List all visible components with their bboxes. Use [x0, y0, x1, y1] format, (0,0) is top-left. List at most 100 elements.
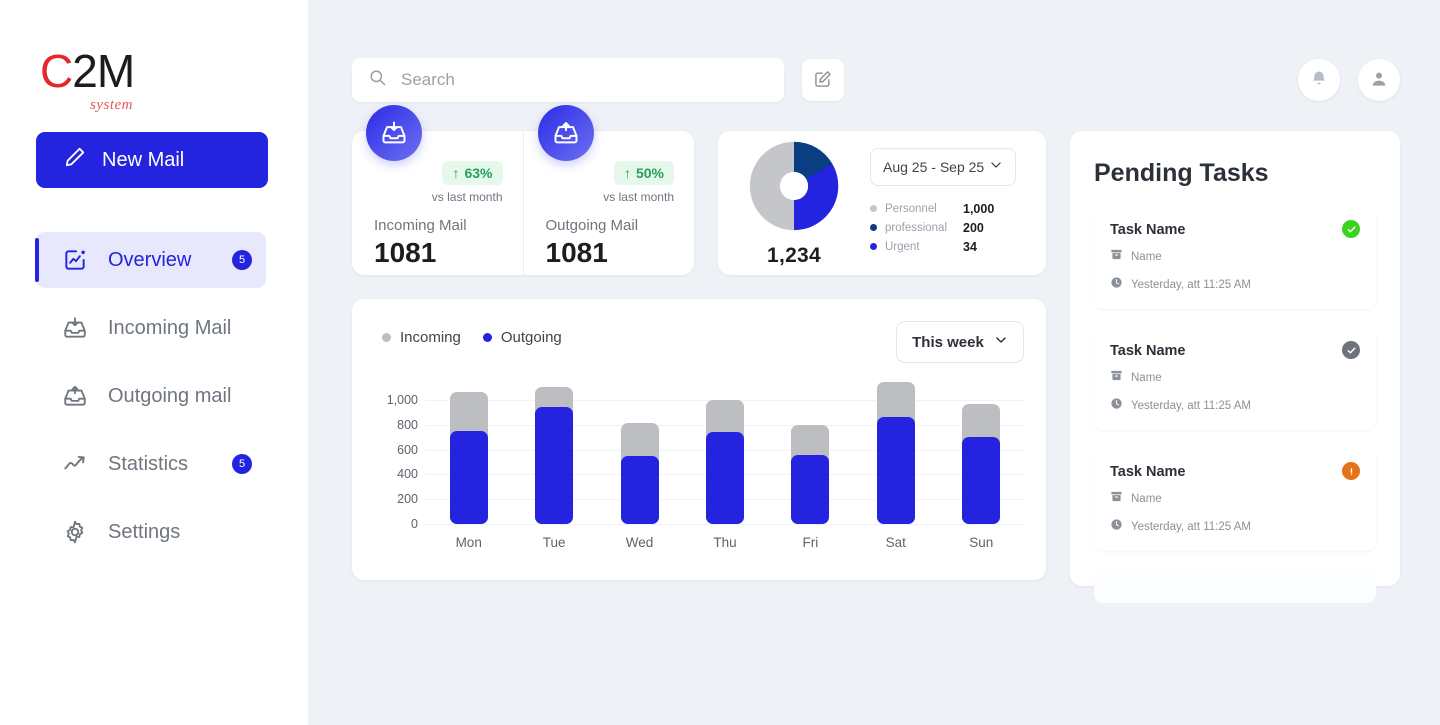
- task-item[interactable]: Task Name Name Yesterday, att 11:25 AM: [1094, 327, 1376, 430]
- stat-value: 1081: [374, 237, 437, 268]
- bar-column[interactable]: [535, 375, 574, 524]
- x-axis-label: Fri: [802, 535, 819, 550]
- x-axis-label: Mon: [455, 535, 482, 550]
- sidebar: C2M system New Mail Overview 5 Incoming …: [0, 0, 308, 725]
- notifications-button[interactable]: [1298, 59, 1340, 101]
- search-icon: [368, 68, 387, 92]
- task-meta-text: Yesterday, att 11:25 AM: [1131, 400, 1251, 412]
- legend-label: Outgoing: [500, 329, 562, 346]
- check-circle-icon: [1342, 341, 1360, 359]
- left-column: ↑ 63% vs last month Incoming Mail 1081 ↑…: [352, 105, 1046, 586]
- trend-up-icon: [62, 451, 88, 477]
- delta-value: 50%: [635, 165, 664, 181]
- top-bar: [308, 0, 1440, 102]
- dashboard-content: ↑ 63% vs last month Incoming Mail 1081 ↑…: [308, 105, 1440, 603]
- legend-dot: [382, 333, 391, 342]
- donut-left: 1,234: [742, 139, 846, 268]
- task-meta-text: Name: [1131, 493, 1162, 505]
- arrow-up-icon: ↑: [623, 165, 631, 181]
- right-column: Pending Tasks Task Name Name Yesterday, …: [1070, 131, 1400, 603]
- legend-value: 34: [963, 239, 977, 254]
- y-axis-tick: 200: [397, 492, 418, 507]
- compose-button[interactable]: [802, 59, 844, 101]
- mail-breakdown-card: 1,234 Aug 25 - Sep 25 Personnel 1,000 pr…: [718, 131, 1046, 275]
- new-mail-label: New Mail: [102, 148, 185, 171]
- bar-column[interactable]: [876, 375, 915, 524]
- chevron-down-icon: [994, 333, 1008, 351]
- chart-header: Incoming Outgoing This week: [374, 321, 1024, 363]
- bar-column[interactable]: [705, 375, 744, 524]
- sidebar-item-label: Outgoing mail: [108, 384, 232, 407]
- task-meta-time: Yesterday, att 11:25 AM: [1110, 276, 1360, 294]
- task-meta-time: Yesterday, att 11:25 AM: [1110, 397, 1360, 415]
- search-bar[interactable]: [352, 58, 784, 102]
- task-meta-text: Yesterday, att 11:25 AM: [1131, 521, 1251, 533]
- delta-wrap: ↑ 63% vs last month: [374, 161, 503, 204]
- legend-dot: [870, 205, 877, 212]
- bar-column[interactable]: [962, 375, 1001, 524]
- y-axis-tick: 400: [397, 467, 418, 482]
- clock-icon: [1110, 397, 1123, 415]
- bar-column[interactable]: [449, 375, 488, 524]
- bar-column[interactable]: [791, 375, 830, 524]
- new-mail-button[interactable]: New Mail: [36, 132, 268, 188]
- sidebar-item-label: Settings: [108, 520, 181, 543]
- sidebar-item-settings[interactable]: Settings: [36, 504, 266, 560]
- legend-item: professional 200: [870, 221, 1028, 235]
- stat-incoming-mail: ↑ 63% vs last month Incoming Mail 1081: [352, 105, 523, 275]
- task-meta-name: Name: [1110, 369, 1360, 387]
- donut-total: 1,234: [766, 243, 822, 267]
- task-meta-name: Name: [1110, 490, 1360, 508]
- weekly-mail-chart-card: Incoming Outgoing This week 0 200 400 60…: [352, 299, 1046, 580]
- sidebar-item-outgoing-mail[interactable]: Outgoing mail: [36, 368, 266, 424]
- sidebar-nav: Overview 5 Incoming Mail Outgoing mail S…: [0, 232, 308, 560]
- app-root: C2M system New Mail Overview 5 Incoming …: [0, 0, 1440, 725]
- bar-outgoing: [620, 455, 659, 524]
- task-meta-name: Name: [1110, 248, 1360, 266]
- chart-legend: Incoming Outgoing: [374, 321, 562, 346]
- profile-button[interactable]: [1358, 59, 1400, 101]
- date-range-select[interactable]: Aug 25 - Sep 25: [870, 147, 1016, 186]
- chart-legend-item-outgoing: Outgoing: [482, 329, 562, 346]
- bar-outgoing: [791, 455, 830, 524]
- legend-label: Incoming: [400, 329, 461, 346]
- legend-label: Personnel: [885, 202, 937, 215]
- sidebar-item-statistics[interactable]: Statistics 5: [36, 436, 266, 492]
- x-axis-label: Thu: [713, 535, 737, 550]
- logo-letter-c: C: [40, 45, 73, 97]
- bar-outgoing: [962, 437, 1001, 524]
- y-axis-tick: 0: [411, 517, 418, 531]
- legend-dot: [482, 333, 492, 342]
- legend-item: Urgent 34: [870, 240, 1028, 254]
- legend-dot: [870, 243, 877, 250]
- sidebar-item-incoming-mail[interactable]: Incoming Mail: [36, 300, 266, 356]
- legend-dot: [870, 224, 877, 231]
- bar-column[interactable]: [620, 375, 659, 524]
- arrow-up-icon: ↑: [452, 165, 460, 181]
- search-input[interactable]: [401, 70, 768, 90]
- task-meta-text: Yesterday, att 11:25 AM: [1131, 279, 1251, 291]
- compose-square-icon: [813, 69, 833, 92]
- archive-icon: [1110, 369, 1123, 387]
- main-area: ↑ 63% vs last month Incoming Mail 1081: [308, 0, 1440, 725]
- legend-value: 200: [963, 220, 984, 235]
- stat-value: 1081: [545, 237, 608, 268]
- pencil-icon: [64, 146, 86, 174]
- x-axis-label: Sat: [885, 535, 906, 550]
- date-range-value: Aug 25 - Sep 25: [883, 158, 985, 175]
- task-placeholder: [1094, 569, 1376, 603]
- bar-series: [426, 375, 1024, 524]
- sidebar-item-overview[interactable]: Overview 5: [35, 232, 266, 288]
- inbox-upload-icon: [537, 105, 594, 161]
- chart-range-select[interactable]: This week: [896, 321, 1024, 363]
- delta-wrap: ↑ 50% vs last month: [546, 161, 674, 204]
- task-meta-text: Name: [1131, 251, 1162, 263]
- inbox-download-icon: [366, 105, 422, 161]
- stat-label: Outgoing Mail: [545, 217, 639, 234]
- delta-badge: ↑ 63%: [442, 161, 503, 185]
- y-axis: 0 200 400 600 800 1,000: [374, 375, 418, 531]
- gear-icon: [62, 519, 88, 545]
- task-item[interactable]: Task Name Name Yesterday, att 11:25 AM: [1094, 448, 1376, 551]
- task-meta-time: Yesterday, att 11:25 AM: [1110, 518, 1360, 536]
- task-item[interactable]: Task Name Name Yesterday, att 11:25 AM: [1094, 206, 1376, 309]
